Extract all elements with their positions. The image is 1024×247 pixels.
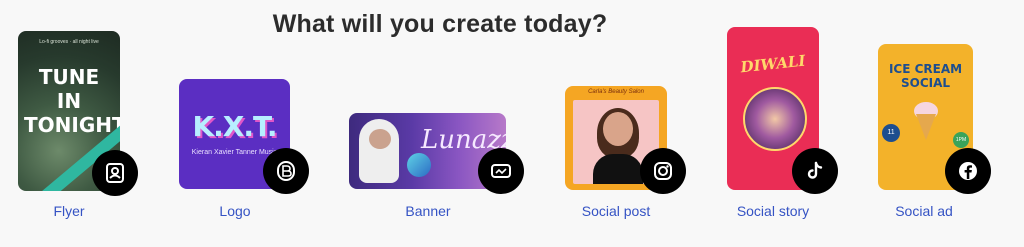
planet-illustration bbox=[407, 153, 431, 177]
banner-icon[interactable] bbox=[478, 148, 524, 194]
flyer-preview-text: TUNE IN TONIGHT bbox=[24, 65, 120, 137]
instagram-icon[interactable] bbox=[640, 148, 686, 194]
banner-label[interactable]: Banner bbox=[368, 203, 488, 219]
social-post-label[interactable]: Social post bbox=[556, 203, 676, 219]
flyer-icon[interactable] bbox=[92, 150, 138, 196]
social-ad-label[interactable]: Social ad bbox=[864, 203, 984, 219]
tiktok-icon[interactable] bbox=[792, 148, 838, 194]
logo-preview-text: K.X.T. bbox=[192, 110, 277, 143]
ice-cream-cone bbox=[916, 114, 936, 140]
facebook-icon[interactable] bbox=[945, 148, 991, 194]
social-ad-time: 1PM bbox=[953, 132, 969, 148]
social-story-preview-text: DIWALI bbox=[739, 51, 807, 77]
flyer-label[interactable]: Flyer bbox=[9, 203, 129, 219]
flyer-preview-small-text: Lo-fi grooves · all night live bbox=[39, 39, 99, 45]
social-story-label[interactable]: Social story bbox=[713, 203, 833, 219]
astronaut-visor bbox=[369, 129, 391, 149]
social-ad-date: 11 bbox=[882, 124, 900, 142]
social-post-preview-text: Carla's Beauty Salon bbox=[588, 89, 644, 95]
portrait-body bbox=[593, 154, 643, 184]
logo-label[interactable]: Logo bbox=[175, 203, 295, 219]
logo-icon[interactable] bbox=[263, 148, 309, 194]
social-ad-preview-text: ICE CREAM SOCIAL bbox=[888, 62, 963, 90]
portrait-face bbox=[603, 112, 633, 146]
lantern-illustration bbox=[743, 87, 807, 151]
